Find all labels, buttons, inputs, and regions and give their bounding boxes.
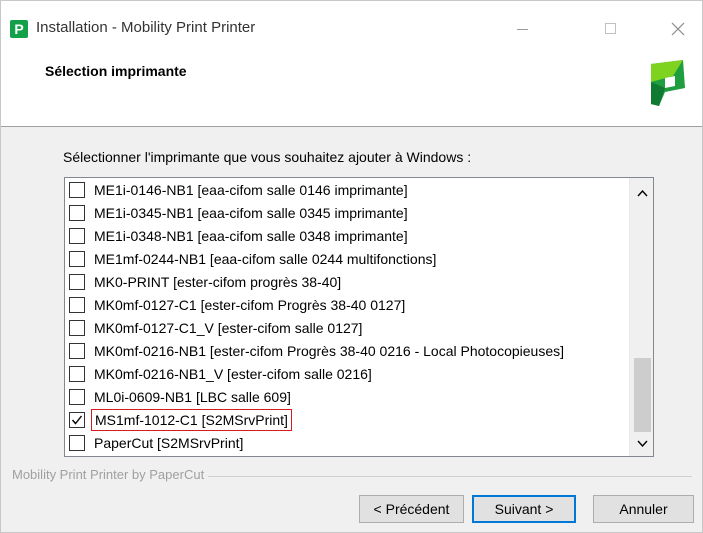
next-button[interactable]: Suivant > xyxy=(472,495,576,523)
printer-list-item[interactable]: MK0mf-0127-C1 [ester-cifom Progrès 38-40… xyxy=(69,294,408,316)
printer-label: MK0mf-0127-C1 [ester-cifom Progrès 38-40… xyxy=(94,297,406,313)
footer-brand-text: Mobility Print Printer by PaperCut xyxy=(12,467,209,482)
printer-label: MS1mf-1012-C1 [S2MSrvPrint] xyxy=(91,409,292,431)
close-button[interactable] xyxy=(655,13,701,45)
cancel-button[interactable]: Annuler xyxy=(593,495,694,523)
printer-list-item[interactable]: ME1mf-0244-NB1 [eaa-cifom salle 0244 mul… xyxy=(69,248,439,270)
maximize-icon xyxy=(605,23,616,34)
printer-checkbox[interactable] xyxy=(69,251,85,267)
scroll-up-button[interactable] xyxy=(630,182,653,204)
printer-list-item[interactable]: ME1i-0348-NB1 [eaa-cifom salle 0348 impr… xyxy=(69,225,411,247)
printer-checkbox[interactable] xyxy=(69,274,85,290)
printer-label: MK0mf-0216-NB1 [ester-cifom Progrès 38-4… xyxy=(94,343,565,359)
installer-window: P Installation - Mobility Print Printer … xyxy=(0,0,703,533)
printer-list-item[interactable]: MK0mf-0216-NB1 [ester-cifom Progrès 38-4… xyxy=(69,340,567,362)
scroll-down-button[interactable] xyxy=(630,432,653,454)
printer-checkbox[interactable] xyxy=(69,412,85,428)
printer-list[interactable]: ME1i-0146-NB1 [eaa-cifom salle 0146 impr… xyxy=(64,177,654,457)
printer-list-item[interactable]: MK0mf-0127-C1_V [ester-cifom salle 0127] xyxy=(69,317,365,339)
instruction-text: Sélectionner l'imprimante que vous souha… xyxy=(63,149,472,165)
printer-checkbox[interactable] xyxy=(69,389,85,405)
printer-label: PaperCut [S2MSrvPrint] xyxy=(94,435,244,451)
printer-list-item[interactable]: ME1i-0345-NB1 [eaa-cifom salle 0345 impr… xyxy=(69,202,411,224)
printer-checkbox[interactable] xyxy=(69,182,85,198)
chevron-up-icon xyxy=(637,189,648,197)
printer-checkbox[interactable] xyxy=(69,435,85,451)
printer-checkbox[interactable] xyxy=(69,297,85,313)
printer-list-item[interactable]: MK0-PRINT [ester-cifom progrès 38-40] xyxy=(69,271,344,293)
scroll-thumb[interactable] xyxy=(634,358,651,432)
close-icon xyxy=(671,22,685,36)
printer-label: MK0mf-0216-NB1_V [ester-cifom salle 0216… xyxy=(94,366,372,382)
minimize-button[interactable] xyxy=(500,13,546,45)
list-scrollbar[interactable] xyxy=(629,178,653,456)
printer-checkbox[interactable] xyxy=(69,320,85,336)
previous-button[interactable]: < Précédent xyxy=(359,495,464,523)
papercut-app-icon: P xyxy=(10,20,28,38)
printer-checkbox[interactable] xyxy=(69,228,85,244)
printer-list-item[interactable]: ME1i-0146-NB1 [eaa-cifom salle 0146 impr… xyxy=(69,179,411,201)
printer-label: ME1i-0146-NB1 [eaa-cifom salle 0146 impr… xyxy=(94,182,408,198)
window-title: Installation - Mobility Print Printer xyxy=(36,19,256,36)
page-title: Sélection imprimante xyxy=(45,63,187,79)
printer-list-item[interactable]: MS1mf-1012-C1 [S2MSrvPrint] xyxy=(69,409,292,431)
printer-list-item[interactable]: PaperCut [S2MSrvPrint] xyxy=(69,432,246,454)
printer-checkbox[interactable] xyxy=(69,205,85,221)
printer-label: MK0-PRINT [ester-cifom progrès 38-40] xyxy=(94,274,342,290)
printer-list-item[interactable]: MK0mf-0216-NB1_V [ester-cifom salle 0216… xyxy=(69,363,375,385)
printer-label: ML0i-0609-NB1 [LBC salle 609] xyxy=(94,389,291,405)
printer-checkbox[interactable] xyxy=(69,366,85,382)
printer-list-item[interactable]: ML0i-0609-NB1 [LBC salle 609] xyxy=(69,386,294,408)
title-bar[interactable]: P Installation - Mobility Print Printer xyxy=(1,7,702,47)
checkmark-icon xyxy=(71,415,83,425)
printer-label: ME1mf-0244-NB1 [eaa-cifom salle 0244 mul… xyxy=(94,251,437,267)
printer-checkbox[interactable] xyxy=(69,343,85,359)
minimize-icon xyxy=(517,29,528,30)
printer-label: ME1i-0345-NB1 [eaa-cifom salle 0345 impr… xyxy=(94,205,408,221)
header-panel: Sélection imprimante xyxy=(1,47,702,127)
printer-label: ME1i-0348-NB1 [eaa-cifom salle 0348 impr… xyxy=(94,228,408,244)
chevron-down-icon xyxy=(637,440,648,448)
maximize-button[interactable] xyxy=(588,13,634,45)
papercut-logo-icon xyxy=(651,60,685,106)
printer-label: MK0mf-0127-C1_V [ester-cifom salle 0127] xyxy=(94,320,363,336)
